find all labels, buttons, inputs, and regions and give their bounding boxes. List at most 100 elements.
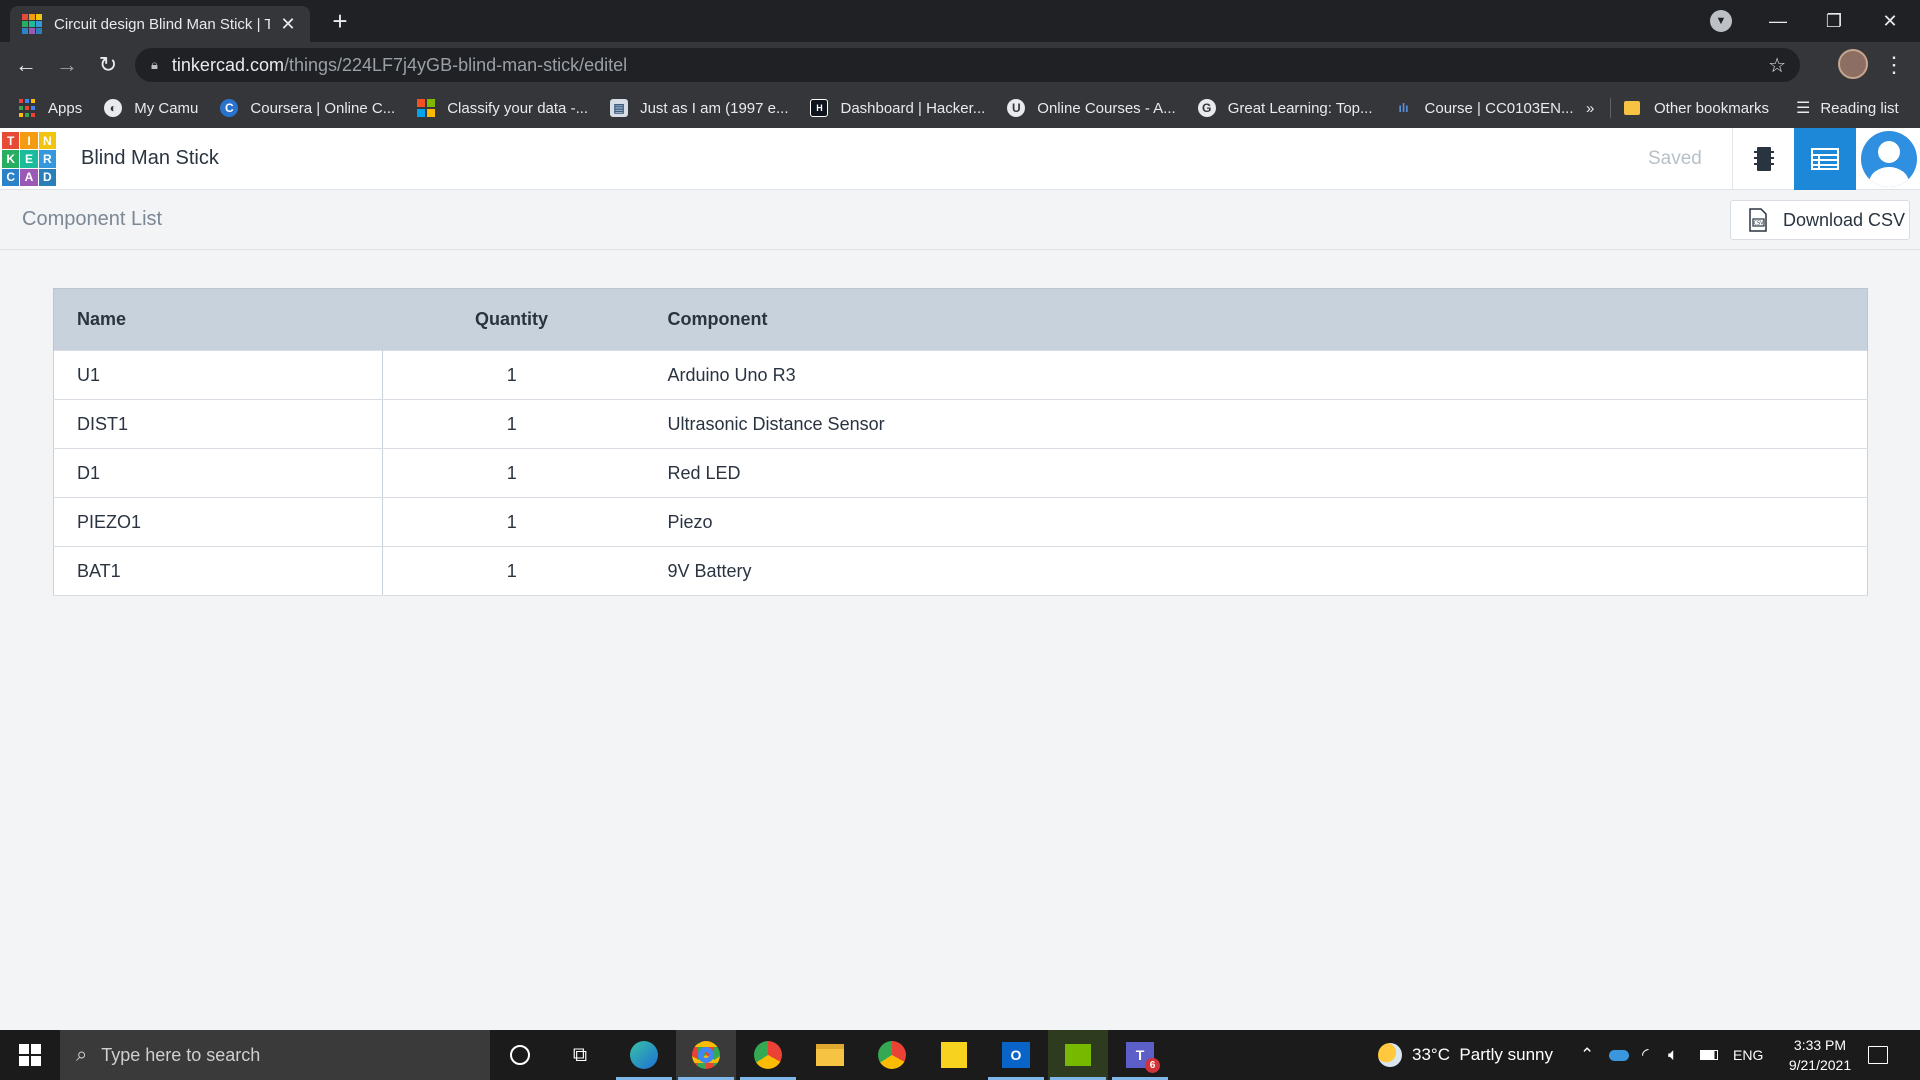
other-bookmarks-folder[interactable]: Other bookmarks (1624, 88, 1769, 128)
user-avatar[interactable] (1861, 131, 1917, 187)
bookmarks-divider (1610, 98, 1611, 118)
language-indicator[interactable]: ENG (1733, 1030, 1763, 1080)
browser-tab-strip: Circuit design Blind Man Stick | Ti ✕ + … (0, 0, 1920, 42)
taskbar-search-placeholder: Type here to search (101, 1044, 261, 1065)
tinkercad-logo[interactable]: T I N K E R C A D (2, 132, 56, 186)
cortana-icon[interactable] (490, 1030, 550, 1080)
camu-icon: ◐ (104, 99, 123, 117)
onedrive-icon[interactable] (1609, 1030, 1629, 1080)
edge-app-icon[interactable] (614, 1030, 674, 1080)
bookmark-coursera[interactable]: C Coursera | Online C... (220, 99, 395, 117)
download-csv-button[interactable]: CSV Download CSV (1730, 200, 1910, 240)
cell-component: Piezo (640, 497, 1868, 547)
notifications-icon[interactable] (1868, 1030, 1888, 1080)
tab-search-icon[interactable]: ▼ (1710, 10, 1732, 32)
cell-name: D1 (53, 448, 383, 498)
bookmark-classify-data[interactable]: Classify your data -... (417, 99, 588, 117)
column-header-component[interactable]: Component (640, 288, 1868, 351)
page-title: Component List (22, 208, 163, 230)
show-hidden-icons-icon[interactable]: ⌃ (1580, 1030, 1594, 1080)
reading-list-label: Reading list (1820, 99, 1899, 117)
component-list-button[interactable] (1794, 128, 1856, 190)
lock-icon: 🔒︎ (151, 57, 158, 72)
forward-arrow-icon[interactable]: → (51, 49, 83, 81)
table-row: BAT1 1 9V Battery (53, 546, 1868, 596)
bookmark-great-learning[interactable]: G Great Learning: Top... (1197, 99, 1373, 117)
back-arrow-icon[interactable]: ← (10, 49, 42, 81)
bookmark-just-as-i-am[interactable]: ▤ Just as I am (1997 e... (610, 99, 788, 117)
bookmark-star-icon[interactable]: ☆ (1768, 53, 1786, 78)
system-clock[interactable]: 3:33 PM 9/21/2021 (1775, 1035, 1865, 1075)
cell-component: Red LED (640, 448, 1868, 498)
bookmark-label: Coursera | Online C... (250, 99, 396, 117)
bookmark-label: Online Courses - A... (1037, 99, 1176, 117)
new-tab-button[interactable]: + (325, 6, 355, 36)
profile-avatar[interactable] (1838, 49, 1868, 79)
wifi-icon[interactable]: ◜ (1642, 1030, 1649, 1080)
outlook-icon[interactable]: O (986, 1030, 1046, 1080)
bookmark-hackerrank[interactable]: H Dashboard | Hacker... (810, 99, 985, 117)
logo-letter: K (2, 150, 20, 168)
component-table: Name Quantity Component U1 1 Arduino Uno… (53, 288, 1868, 596)
bookmark-online-courses[interactable]: U Online Courses - A... (1007, 99, 1176, 117)
course-icon: ılı (1398, 101, 1409, 115)
bookmarks-overflow-button[interactable]: » (1586, 88, 1594, 128)
battery-icon[interactable] (1700, 1030, 1718, 1080)
restore-icon[interactable]: ❐ (1806, 0, 1862, 42)
browser-tab[interactable]: Circuit design Blind Man Stick | Ti ✕ (10, 6, 310, 42)
chrome-app-icon-2[interactable] (738, 1030, 798, 1080)
bookmark-label: Great Learning: Top... (1227, 99, 1373, 117)
column-header-quantity[interactable]: Quantity (382, 288, 641, 351)
bookmark-my-camu[interactable]: ◐ My Camu (104, 99, 198, 117)
sticky-notes-icon[interactable] (924, 1030, 984, 1080)
cell-component: 9V Battery (640, 546, 1868, 596)
taskbar-search-box[interactable]: ⌕ Type here to search (60, 1030, 490, 1080)
chrome-app-icon-3[interactable] (862, 1030, 922, 1080)
download-csv-label: Download CSV (1783, 209, 1906, 230)
reading-list-button[interactable]: ☰ Reading list (1796, 88, 1899, 128)
close-window-icon[interactable]: ✕ (1862, 0, 1918, 42)
logo-letter: E (20, 150, 38, 168)
minimize-icon[interactable]: — (1750, 0, 1806, 42)
hackerrank-icon: H (810, 99, 829, 117)
address-bar[interactable]: 🔒︎ tinkercad.com/things/224LF7j4yGB-blin… (135, 48, 1800, 82)
table-header-row: Name Quantity Component (53, 288, 1868, 351)
logo-letter: N (38, 132, 56, 150)
online-courses-icon: U (1007, 99, 1026, 117)
task-view-icon[interactable]: ⧉ (550, 1030, 610, 1080)
chrome-profile-app-icon[interactable] (676, 1030, 736, 1080)
reading-list-icon: ☰ (1796, 100, 1811, 117)
logo-letter: T (2, 132, 20, 150)
start-button[interactable] (0, 1030, 60, 1080)
weather-widget[interactable]: 33°C Partly sunny (1378, 1030, 1553, 1080)
table-row: U1 1 Arduino Uno R3 (53, 350, 1868, 400)
file-explorer-icon[interactable] (800, 1030, 860, 1080)
bookmark-label: My Camu (134, 99, 199, 117)
clock-time: 3:33 PM (1793, 1037, 1847, 1053)
cell-quantity: 1 (382, 497, 641, 547)
component-table-container: Name Quantity Component U1 1 Arduino Uno… (53, 288, 1868, 596)
bookmark-apps[interactable]: Apps (18, 99, 82, 117)
table-row: DIST1 1 Ultrasonic Distance Sensor (53, 399, 1868, 449)
column-header-name[interactable]: Name (53, 288, 383, 351)
teams-icon[interactable]: T 6 (1110, 1030, 1170, 1080)
circuit-view-button[interactable] (1733, 128, 1794, 190)
app-header: T I N K E R C A D Blind Man Stick Saved (0, 128, 1920, 190)
reload-icon[interactable]: ↻ (92, 49, 124, 81)
design-name[interactable]: Blind Man Stick (81, 147, 219, 170)
bookmark-course-cc0103en[interactable]: ılı Course | CC0103EN... (1395, 99, 1574, 117)
table-row: PIEZO1 1 Piezo (53, 497, 1868, 547)
nvidia-icon[interactable] (1048, 1030, 1108, 1080)
teams-badge: 6 (1145, 1058, 1160, 1073)
windows-logo-icon (19, 1044, 41, 1066)
bookmark-label: Classify your data -... (447, 99, 589, 117)
search-icon: ⌕ (76, 1043, 88, 1066)
component-list-bar: Component List CSV Download CSV (0, 190, 1920, 250)
weather-text: 33°C Partly sunny (1412, 1045, 1553, 1064)
bookmark-label: Dashboard | Hacker... (840, 99, 986, 117)
volume-icon[interactable]: 🔈︎ (1668, 1030, 1678, 1080)
cell-component: Ultrasonic Distance Sensor (640, 399, 1868, 449)
chrome-menu-icon[interactable]: ⋮ (1880, 49, 1908, 81)
tab-close-icon[interactable]: ✕ (278, 14, 298, 35)
tab-title: Circuit design Blind Man Stick | Ti (54, 15, 270, 33)
